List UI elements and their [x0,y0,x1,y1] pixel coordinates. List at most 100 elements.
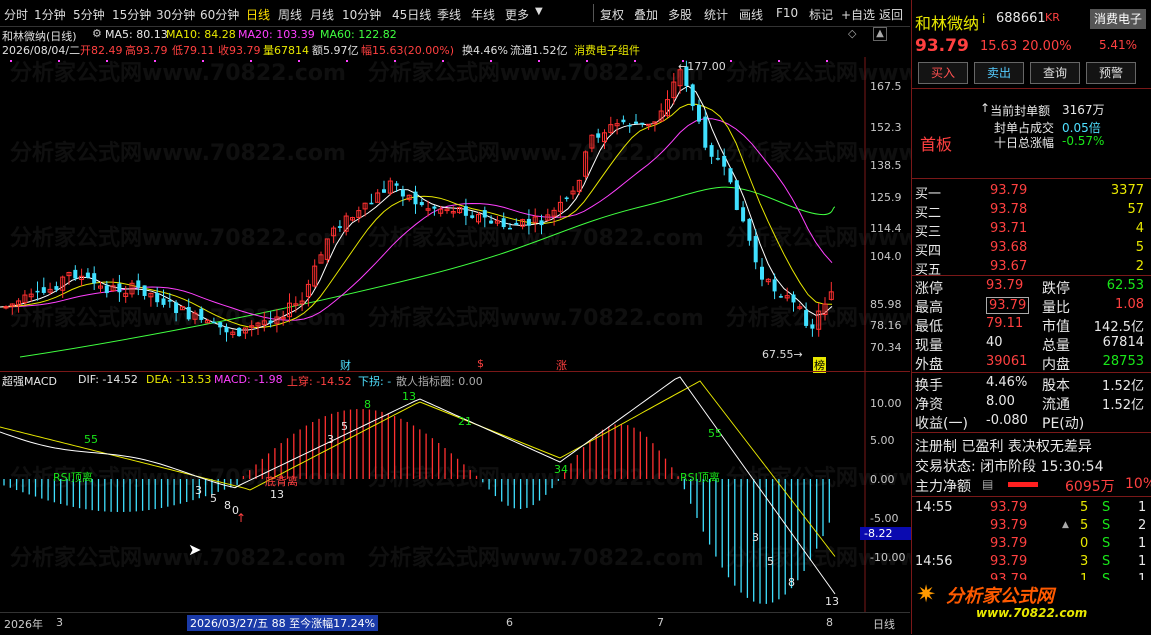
sector-badge[interactable]: 消费电子 [1090,9,1146,29]
sector-change-pct: 5.41% [1098,38,1138,52]
tick-count: 1 [1138,500,1147,515]
macd-histogram [3,409,830,604]
signal-dot [586,60,588,62]
bid-row[interactable]: 买一 93.79 3377 [912,182,1151,202]
fib-tag: 3 [327,433,334,446]
tab-60min[interactable]: 60分钟 [200,6,239,23]
signal-dot [58,60,60,62]
mark-button[interactable]: 标记 [809,6,833,23]
stat-row: 外盘 39061 内盘 28753 [912,353,1151,373]
fib-tag: 55 [708,427,722,440]
tab-15min[interactable]: 15分钟 [112,6,151,23]
signal-dot [106,60,108,62]
price-change-pct: 20.00% [1022,39,1072,54]
main-net-pct: 10% [1125,476,1151,492]
stat-value: 1.52亿 [1102,398,1144,413]
main-net-label: 主力净额 [915,479,971,495]
fib-tag: 8 [788,576,795,589]
bid-label: 买三 [915,225,942,240]
multi-stock-button[interactable]: 多股 [668,6,692,23]
candle-body [741,207,746,222]
kline-chart[interactable] [0,27,910,372]
query-button[interactable]: 查询 [1030,62,1080,84]
bid-row[interactable]: 买二 93.78 57 [912,201,1151,221]
scroll-up-icon[interactable]: ▲ [1062,520,1069,530]
candle-body [690,84,695,107]
tab-5min[interactable]: 5分钟 [73,6,105,23]
tick-scrollbar[interactable]: ▲ [1062,520,1070,570]
more-dropdown-icon[interactable]: ▼ [535,6,543,17]
fib-tag: 8 [224,499,231,512]
candle-body [778,296,783,298]
indicator-name[interactable]: 超强MACD [2,373,57,389]
candle-body [419,202,424,206]
first-board-label: 首板 [920,135,953,154]
candle-body [432,206,437,209]
stock-code: 688661 [996,11,1046,26]
tab-10min[interactable]: 10分钟 [342,6,381,23]
bid-volume: 2 [1135,259,1144,274]
tab-fenshi[interactable]: 分时 [4,6,28,23]
bid-row[interactable]: 买四 93.68 5 [912,239,1151,259]
tab-30min[interactable]: 30分钟 [156,6,195,23]
ind-current-value: -8.22 [860,527,912,540]
stat-value: 1.08 [1115,297,1144,312]
tab-1min[interactable]: 1分钟 [34,6,66,23]
fuquan-button[interactable]: 复权 [600,6,624,23]
stat-label: 流通 [1042,397,1070,413]
bid-label: 买四 [915,244,942,259]
month-label: 7 [657,616,664,629]
stat-label: 内盘 [1042,357,1070,373]
overlay-button[interactable]: 叠加 [634,6,658,23]
dollar-marker[interactable]: $ [477,357,484,370]
tab-yearly[interactable]: 年线 [471,6,495,23]
macd-chart[interactable] [0,372,910,612]
buy-button[interactable]: 买入 [918,62,968,84]
candle-body [218,322,223,328]
list-icon[interactable]: ▤ [982,477,993,491]
draw-line-button[interactable]: 画线 [739,6,763,23]
tab-quarterly[interactable]: 季线 [437,6,461,23]
candle-body [155,292,160,303]
price-tick: 104.0 [870,250,902,263]
tick-time: 14:56 [915,554,953,569]
stat-label: 外盘 [915,357,943,373]
stat-label: 现量 [915,338,943,354]
add-favorite-button[interactable]: +自选 [841,6,875,23]
bid-row[interactable]: 买三 93.71 4 [912,220,1151,240]
tick-row: 14:55 93.79 5 S 1 [912,499,1151,518]
dif-value: DIF: -14.52 [78,373,138,386]
candle-body [621,119,626,123]
period-label[interactable]: 日线 [873,616,895,632]
down-turn-value: 下拐: - [358,375,392,388]
back-button[interactable]: 返回 [879,6,903,23]
stat-value: 62.53 [1106,278,1144,293]
info-flag-icon[interactable]: i [982,12,985,26]
tab-monthly[interactable]: 月线 [310,6,334,23]
fib-tag: 34 [554,463,568,476]
candle-body [804,310,809,326]
tab-daily[interactable]: 日线 [246,6,270,23]
fib-tag: 55 [84,433,98,446]
trade-state: 交易状态: 闭市阶段 15:30:54 [915,459,1104,475]
tab-weekly[interactable]: 周线 [278,6,302,23]
candle-body [772,279,777,292]
rsi-divergence-tag: RSI顶离 [680,471,720,484]
fib-tag: 21 [458,415,472,428]
tick-row: 93.79 5 S 2 [912,517,1151,536]
sell-button[interactable]: 卖出 [974,62,1024,84]
mouse-cursor-icon: ➤ [188,540,202,559]
candle-body [337,226,342,228]
price-change: 15.63 [980,39,1018,54]
tick-side: S [1102,536,1111,551]
tab-more[interactable]: 更多 [505,6,529,23]
price-tick: 78.16 [870,319,902,332]
signal-dot [538,60,540,62]
alert-button[interactable]: 预警 [1086,62,1136,84]
tick-count: 1 [1138,554,1147,569]
tick-row: 93.79 0 S 1 [912,535,1151,554]
tab-45day[interactable]: 45日线 [392,6,431,23]
stats-button[interactable]: 统计 [704,6,728,23]
f10-button[interactable]: F10 [776,6,798,20]
seal-amount: 3167万 [1062,103,1105,117]
